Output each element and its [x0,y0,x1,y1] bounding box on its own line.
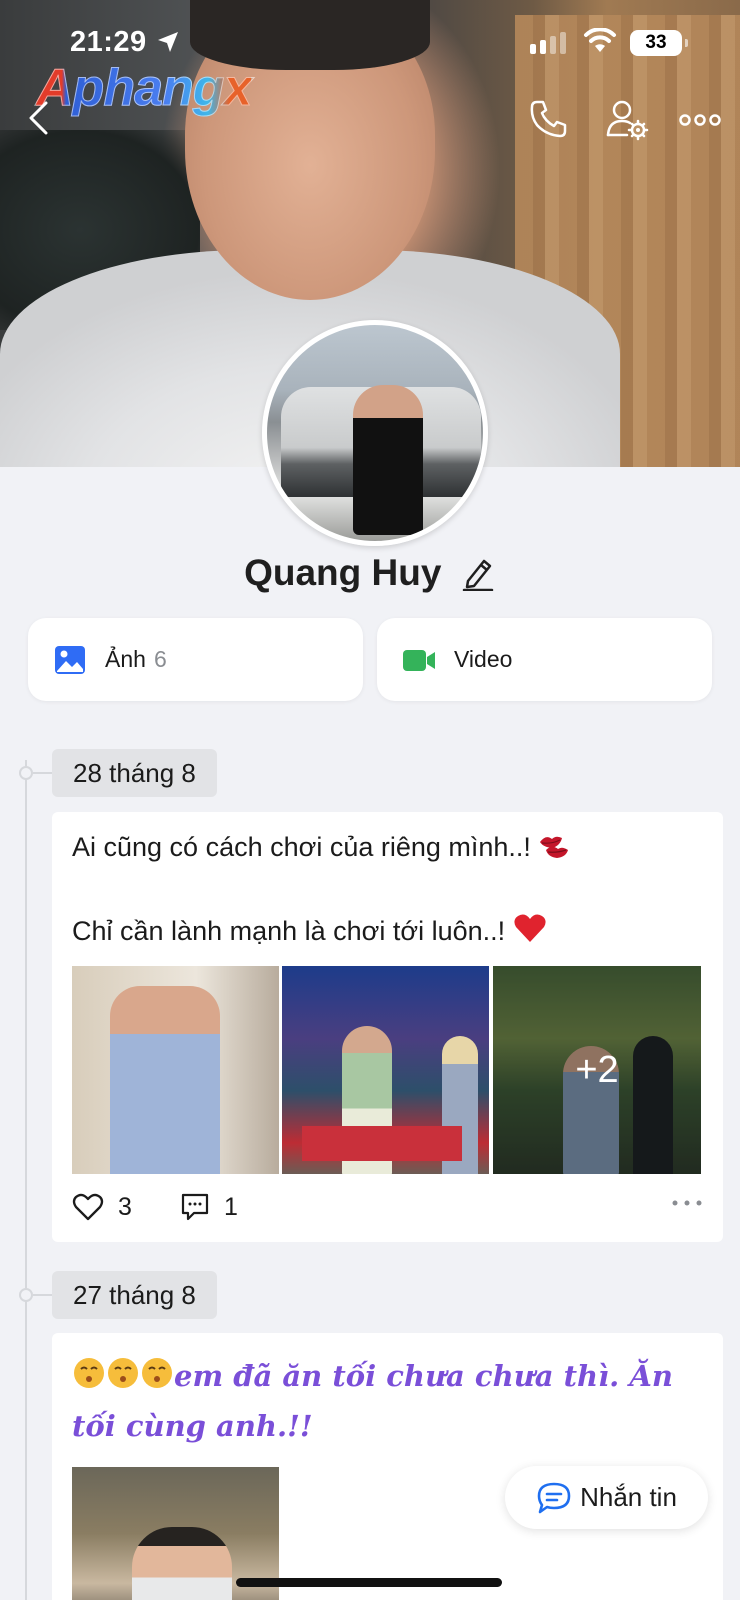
red-heart-emoji-icon [514,914,546,942]
profile-name: Quang Huy [244,552,442,593]
more-horizontal-icon [679,114,721,126]
kissing-face-emoji-icon [142,1358,172,1388]
avatar-person [353,385,423,535]
videos-card[interactable]: Video [377,618,712,701]
back-button[interactable] [26,100,52,136]
post-photo[interactable] [72,966,279,1174]
post-text-line: Chỉ cần lành mạnh là chơi tới luôn..! [72,912,547,947]
more-horizontal-icon [672,1200,702,1206]
post-photo-more[interactable]: +2 [493,966,701,1174]
timeline-connector [33,772,53,774]
comment-count: 1 [224,1192,238,1221]
post-text-line: Ai cũng có cách chơi của riêng mình..! [72,832,570,863]
photos-count: 6 [153,646,167,672]
chat-bubble-icon [537,1482,571,1513]
send-message-button[interactable]: Nhắn tin [505,1466,708,1529]
post-text: Ai cũng có cách chơi của riêng mình..! [72,832,531,862]
post-photo[interactable] [282,966,489,1174]
like-count: 3 [118,1192,132,1221]
timeline-dot [19,1288,33,1302]
wifi-icon [584,28,616,52]
post-actions: 3 1 [72,1190,703,1230]
kiss-lips-emoji-icon [540,836,569,858]
photos-card[interactable]: Ảnh 6 [28,618,363,701]
like-button[interactable]: 3 [72,1192,132,1222]
edit-name-button[interactable] [460,555,496,591]
comment-button[interactable]: 1 [180,1192,238,1222]
call-button[interactable] [528,98,570,140]
post-card[interactable]: Ai cũng có cách chơi của riêng mình..! C… [52,812,723,1242]
post-text: Chỉ cần lành mạnh là chơi tới luôn..! [72,916,506,946]
home-indicator[interactable] [236,1578,502,1587]
more-photos-count: +2 [493,966,701,1174]
timeline-dot [19,766,33,780]
video-camera-icon [403,649,435,671]
post-date: 28 tháng 8 [52,749,217,797]
profile-settings-icon [606,100,649,141]
photos-label: Ảnh [105,646,146,672]
kissing-face-emoji-icon [108,1358,138,1388]
kissing-face-emoji-icon [74,1358,104,1388]
post-more-button[interactable] [671,1198,703,1208]
pencil-icon [462,559,494,591]
timeline-connector [33,1294,53,1296]
cellular-signal-icon [530,32,566,54]
status-time: 21:29 [70,26,147,58]
videos-label: Video [454,646,513,672]
heart-outline-icon [72,1193,104,1221]
comment-icon [181,1193,209,1221]
profile-name-row: Quang Huy [0,552,740,594]
profile-settings-button[interactable] [605,98,649,142]
phone-icon [530,100,567,138]
chevron-left-icon [29,101,48,135]
battery-indicator: 33 [630,30,688,56]
image-icon [55,645,85,674]
more-options-button[interactable] [678,102,722,138]
post-date: 27 tháng 8 [52,1271,217,1319]
send-message-label: Nhắn tin [580,1482,677,1512]
watermark-logo: Aphangx [35,59,252,118]
timeline-line [25,760,27,1600]
post-text: em đã ăn tối chưa chưa thì. Ăn tối cùng … [72,1351,692,1451]
location-arrow-icon [158,32,178,52]
profile-avatar[interactable] [262,320,488,546]
